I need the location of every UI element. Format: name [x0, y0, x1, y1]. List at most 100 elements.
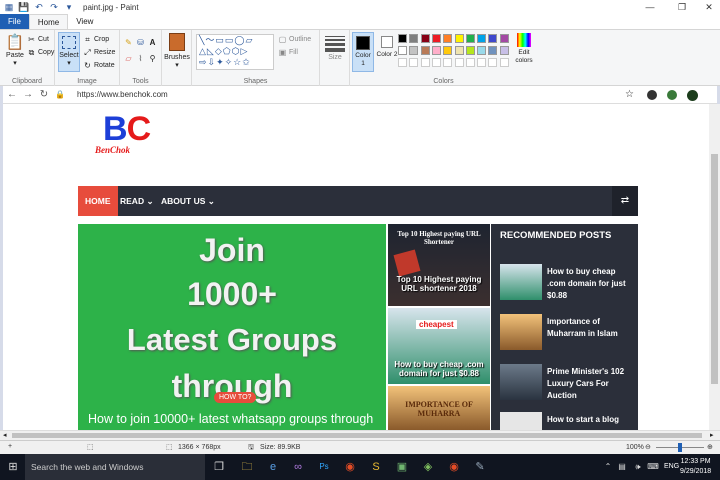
android-icon[interactable]: ◈ — [418, 457, 438, 477]
zoom-slider-thumb[interactable] — [678, 443, 682, 452]
color1-button[interactable]: Color 1 — [352, 32, 374, 72]
customize-quick-access-icon[interactable]: ▾ — [63, 2, 75, 12]
redo-icon[interactable]: ↷ — [48, 2, 60, 12]
resize-icon: ⤢ — [84, 48, 91, 57]
vertical-scrollbar[interactable] — [709, 104, 720, 430]
scroll-thumb[interactable] — [12, 433, 702, 438]
zoom-in-button[interactable]: ⊕ — [707, 443, 713, 451]
eraser-icon[interactable]: ▱ — [124, 54, 133, 63]
paint-icon[interactable]: ✎ — [470, 457, 490, 477]
chrome-icon[interactable]: ◉ — [444, 457, 464, 477]
taskbar-search[interactable]: Search the web and Windows — [25, 454, 205, 480]
clock[interactable]: 12:33 PM 9/29/2018 — [680, 457, 711, 477]
language-indicator[interactable]: ENG — [664, 463, 679, 470]
resize-button[interactable]: ⤢ Resize — [83, 48, 115, 57]
crop-icon: ⌗ — [85, 35, 90, 44]
color-swatch[interactable] — [488, 34, 498, 43]
pencil-icon[interactable]: ✎ — [124, 38, 133, 47]
outline-button[interactable]: ▢ Outline — [278, 35, 311, 44]
color-swatch[interactable] — [465, 34, 475, 43]
scroll-left-icon[interactable]: ◂ — [3, 431, 7, 439]
image-group: Select ▾ ⌗ Crop ⤢ Resize ↻ Rotate Image — [55, 30, 120, 86]
color-swatch[interactable] — [398, 34, 407, 43]
color-swatch[interactable] — [420, 34, 430, 43]
color-swatch-empty[interactable] — [488, 58, 498, 67]
color-swatch[interactable] — [431, 34, 441, 43]
edge-icon[interactable]: e — [263, 457, 283, 477]
color-swatch[interactable] — [499, 46, 509, 55]
color-swatch[interactable] — [499, 34, 509, 43]
color-swatch-empty[interactable] — [443, 58, 453, 67]
hero-title: How to join 10000+ latest whatsapp group… — [88, 412, 374, 426]
tools-group-label: Tools — [132, 78, 149, 85]
text-icon[interactable]: A — [148, 38, 157, 47]
color-swatch-empty[interactable] — [398, 58, 407, 67]
minimize-button[interactable]: — — [636, 0, 664, 14]
horizontal-scrollbar[interactable]: ◂ ▸ — [0, 430, 720, 440]
app-icon[interactable]: ▣ — [392, 457, 412, 477]
color-swatch[interactable] — [443, 34, 453, 43]
magnifier-icon[interactable]: ⚲ — [148, 54, 157, 63]
chrome-icon[interactable]: ◉ — [340, 457, 360, 477]
rotate-button[interactable]: ↻ Rotate — [83, 61, 114, 70]
color-picker-icon[interactable]: ⌇ — [136, 54, 145, 63]
size-button[interactable]: Size — [325, 34, 345, 61]
select-button[interactable]: Select ▾ — [58, 32, 80, 72]
color-swatch[interactable] — [409, 46, 419, 55]
color-swatch[interactable] — [398, 46, 407, 55]
paste-button[interactable]: 📋 Paste ▾ — [5, 34, 25, 67]
visual-studio-icon[interactable]: ∞ — [288, 457, 308, 477]
color-swatch[interactable] — [454, 46, 464, 55]
color-swatch[interactable] — [477, 34, 487, 43]
close-button[interactable]: ✕ — [695, 0, 720, 14]
tab-home[interactable]: Home — [28, 14, 69, 29]
color-swatch-empty[interactable] — [431, 58, 441, 67]
edit-colors-button[interactable]: Edit colors — [513, 33, 535, 65]
color-swatch[interactable] — [465, 46, 475, 55]
color-swatch[interactable] — [477, 46, 487, 55]
thumb-graphic — [393, 249, 421, 277]
shapes-gallery[interactable]: ╲〜▭▭◯▱ △◺◇⬠⬡▷ ⇨⇩✦✧☆✩ — [196, 34, 274, 70]
color-swatch[interactable] — [420, 46, 430, 55]
file-explorer-icon[interactable]: 🗀 — [237, 457, 257, 477]
color-swatch-empty[interactable] — [420, 58, 430, 67]
save-icon[interactable]: 💾 — [18, 2, 30, 12]
zoom-out-button[interactable]: ⊖ — [645, 443, 651, 451]
undo-icon[interactable]: ↶ — [33, 2, 45, 12]
post-thumbnail — [500, 412, 542, 430]
cut-button[interactable]: ✂ Cut — [27, 35, 49, 44]
color-swatch[interactable] — [431, 46, 441, 55]
task-view-icon[interactable]: ❐ — [209, 457, 229, 477]
scroll-right-icon[interactable]: ▸ — [710, 431, 714, 439]
middle-post-1: Top 10 Highest paying URL Shortener Top … — [388, 224, 490, 306]
color-swatch-empty[interactable] — [409, 58, 419, 67]
canvas-image[interactable]: ← → ↻ 🔒 https://www.benchok.com ☆ BC Ben… — [3, 86, 717, 430]
color-swatch-empty[interactable] — [454, 58, 464, 67]
color2-button[interactable]: Color 2 — [376, 32, 398, 72]
tab-view[interactable]: View — [68, 14, 101, 29]
photoshop-icon[interactable]: Ps — [314, 457, 334, 477]
file-size: Size: 89.9KB — [260, 444, 301, 451]
color-swatch[interactable] — [454, 34, 464, 43]
resize-label: Resize — [94, 49, 116, 56]
chevron-down-icon: ▾ — [13, 60, 17, 67]
fill-bucket-icon[interactable]: ⛁ — [136, 38, 145, 47]
color-swatch-empty[interactable] — [477, 58, 487, 67]
crop-button[interactable]: ⌗ Crop — [83, 35, 109, 44]
scroll-thumb[interactable] — [711, 154, 718, 384]
brushes-button[interactable]: Brushes ▾ — [164, 33, 190, 69]
tab-file[interactable]: File — [0, 14, 29, 29]
fill-button[interactable]: ▣ Fill — [278, 48, 298, 57]
post-thumbnail — [500, 264, 542, 300]
middle-post-title: How to buy cheap .com domain for just $0… — [394, 360, 484, 378]
keyboard-icon[interactable]: ⌨ — [643, 457, 663, 477]
windows-start-icon[interactable]: ⊞ — [3, 457, 23, 477]
maximize-button[interactable]: ❐ — [668, 0, 696, 14]
color-swatch-empty[interactable] — [465, 58, 475, 67]
sublime-icon[interactable]: S — [366, 457, 386, 477]
color-swatch-empty[interactable] — [499, 58, 509, 67]
color-swatch[interactable] — [488, 46, 498, 55]
color-swatch[interactable] — [443, 46, 453, 55]
color-swatch[interactable] — [409, 34, 419, 43]
copy-button[interactable]: ⧉ Copy — [27, 48, 55, 57]
